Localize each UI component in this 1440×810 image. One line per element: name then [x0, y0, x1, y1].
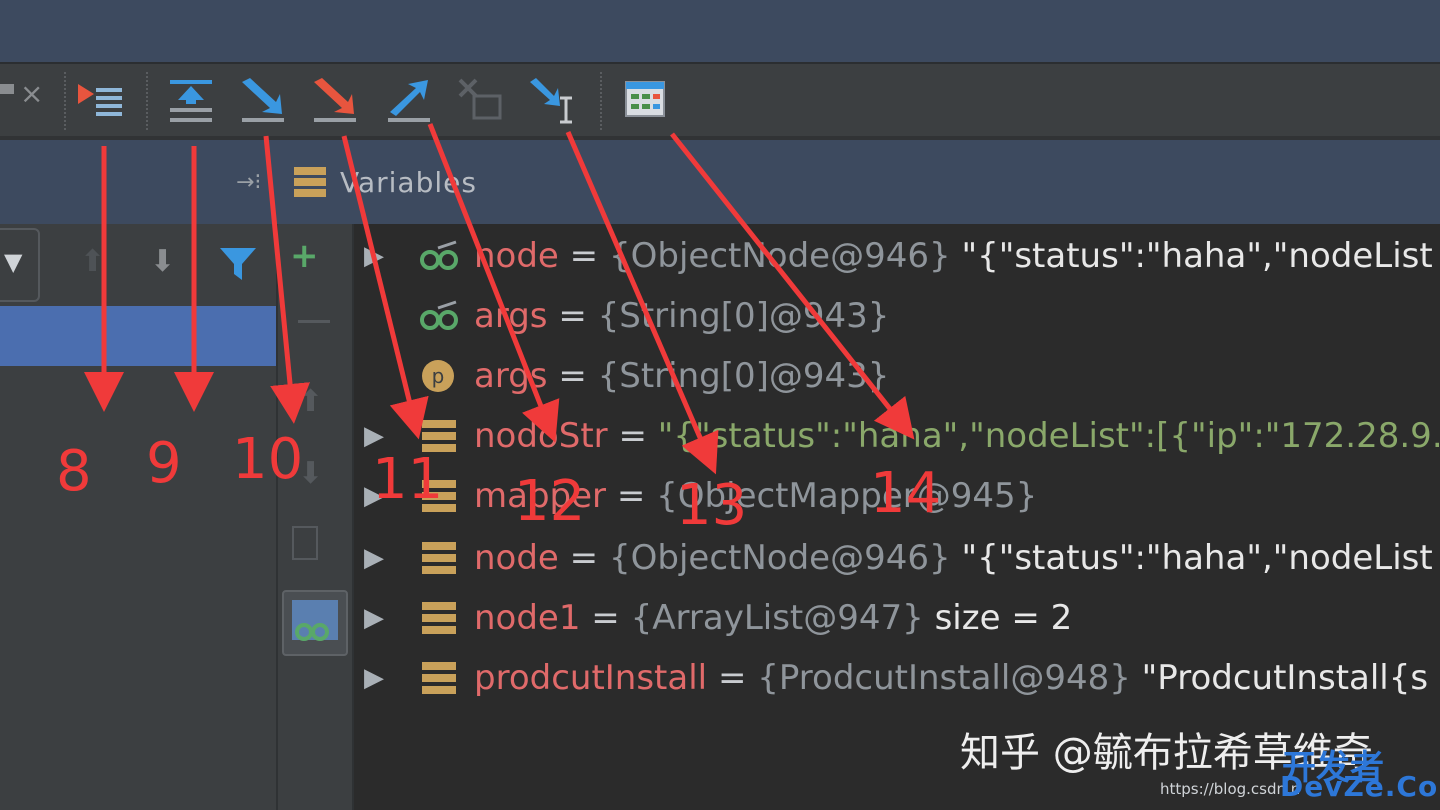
variable-name: node1: [474, 598, 581, 638]
field-icon: [422, 662, 456, 694]
variable-row[interactable]: ▶ nodoStr = "{"status":"haha","nodeList"…: [354, 406, 1440, 466]
step-over-button[interactable]: [164, 74, 220, 126]
filter-icon[interactable]: [218, 244, 258, 284]
watches-icon: [292, 600, 338, 641]
watch-glasses-icon: [420, 300, 458, 330]
frame-down-icon[interactable]: ⬇: [150, 244, 175, 279]
title-bar: [0, 0, 1440, 64]
variable-value: "ProdcutInstall{s: [1141, 658, 1429, 698]
step-out-icon: [388, 80, 430, 122]
variable-type: {ArrayList@947}: [630, 598, 924, 638]
annotation-label-9: 9: [146, 431, 182, 496]
annotation-label-11: 11: [372, 447, 444, 512]
variables-title: Variables: [340, 166, 477, 199]
drop-frame-button[interactable]: [454, 74, 510, 126]
move-up-icon[interactable]: ⬆: [298, 384, 323, 419]
field-icon: [422, 542, 456, 574]
variable-value: "{"status":"haha","nodeList":[{"ip":"172…: [657, 416, 1440, 456]
annotation-label-13: 13: [676, 473, 748, 538]
variable-name: node: [474, 236, 559, 276]
restore-layout-icon[interactable]: →⁝: [236, 170, 261, 195]
watch-glasses-icon: [420, 240, 458, 270]
variable-row[interactable]: args = {String[0]@943}: [354, 286, 1440, 346]
variable-name: nodoStr: [474, 416, 608, 456]
debug-toolbar: ×: [0, 64, 1440, 140]
expand-arrow-icon[interactable]: ▶: [364, 648, 384, 708]
variables-side-toolbar: [278, 224, 354, 810]
svg-text:p: p: [432, 364, 445, 388]
variable-row[interactable]: ▶ node1 = {ArrayList@947} size = 2: [354, 588, 1440, 648]
expand-arrow-icon[interactable]: ▶: [364, 528, 384, 588]
remove-watch-icon[interactable]: [298, 320, 330, 323]
toolbar-separator: [146, 72, 148, 130]
selected-frame[interactable]: [0, 306, 276, 366]
field-icon: [422, 602, 456, 634]
variable-row[interactable]: p args = {String[0]@943}: [354, 346, 1440, 406]
force-step-into-button[interactable]: [308, 74, 364, 126]
step-out-button[interactable]: [382, 74, 438, 126]
brand-watermark-en: DevZe.CoM: [1280, 770, 1440, 803]
annotation-label-8: 8: [56, 439, 92, 504]
parameter-icon: p: [422, 360, 454, 392]
expand-arrow-icon[interactable]: ▶: [364, 588, 384, 648]
variable-name: prodcutInstall: [474, 658, 708, 698]
step-into-button[interactable]: [236, 74, 292, 126]
variable-row[interactable]: ▶ node = {ObjectNode@946} "{"status":"ha…: [354, 528, 1440, 588]
variable-value: "{"status":"haha","nodeList: [961, 538, 1433, 578]
new-watch-icon[interactable]: +: [290, 236, 319, 276]
variable-value: size = 2: [923, 598, 1073, 638]
run-to-cursor-icon: [530, 78, 572, 124]
drop-frame-icon: [458, 78, 502, 120]
copy-icon[interactable]: [292, 526, 318, 560]
variable-type: {ObjectNode@946}: [608, 538, 951, 578]
variable-type: {String[0]@943}: [597, 356, 890, 396]
step-into-icon: [242, 78, 284, 122]
annotation-label-10: 10: [232, 427, 304, 492]
variable-type: {ProdcutInstall@948}: [757, 658, 1131, 698]
thread-dropdown[interactable]: ▼: [0, 228, 40, 302]
show-execution-point-button[interactable]: [74, 74, 130, 126]
variable-name: node: [474, 538, 559, 578]
annotation-label-14: 14: [870, 461, 942, 526]
expand-arrow-icon[interactable]: ▶: [364, 226, 384, 286]
variable-type: {String[0]@943}: [597, 296, 890, 336]
variables-header: [0, 140, 1440, 224]
variable-type: {ObjectNode@946}: [608, 236, 951, 276]
variable-value: "{"status":"haha","nodeList: [961, 236, 1433, 276]
evaluate-expression-icon: [625, 81, 665, 117]
annotation-label-12: 12: [514, 469, 586, 534]
toolbar-separator: [600, 72, 602, 130]
step-over-icon: [170, 80, 212, 122]
variable-name: args: [474, 356, 548, 396]
evaluate-expression-button[interactable]: [618, 74, 674, 126]
variables-icon: [294, 167, 326, 197]
show-execution-point-icon: [78, 84, 122, 116]
frame-up-icon[interactable]: ⬆: [80, 244, 105, 279]
variable-row[interactable]: ▶ prodcutInstall = {ProdcutInstall@948} …: [354, 648, 1440, 708]
variable-name: args: [474, 296, 548, 336]
chevron-down-icon: ▼: [4, 248, 23, 276]
close-icon[interactable]: ×: [20, 80, 43, 108]
variable-row[interactable]: ▶ node = {ObjectNode@946} "{"status":"ha…: [354, 226, 1440, 286]
run-to-cursor-button[interactable]: [526, 74, 582, 126]
show-watches-toggle[interactable]: [282, 590, 348, 656]
force-step-into-icon: [314, 78, 356, 122]
pin-icon[interactable]: [0, 84, 14, 94]
toolbar-separator: [64, 72, 66, 130]
